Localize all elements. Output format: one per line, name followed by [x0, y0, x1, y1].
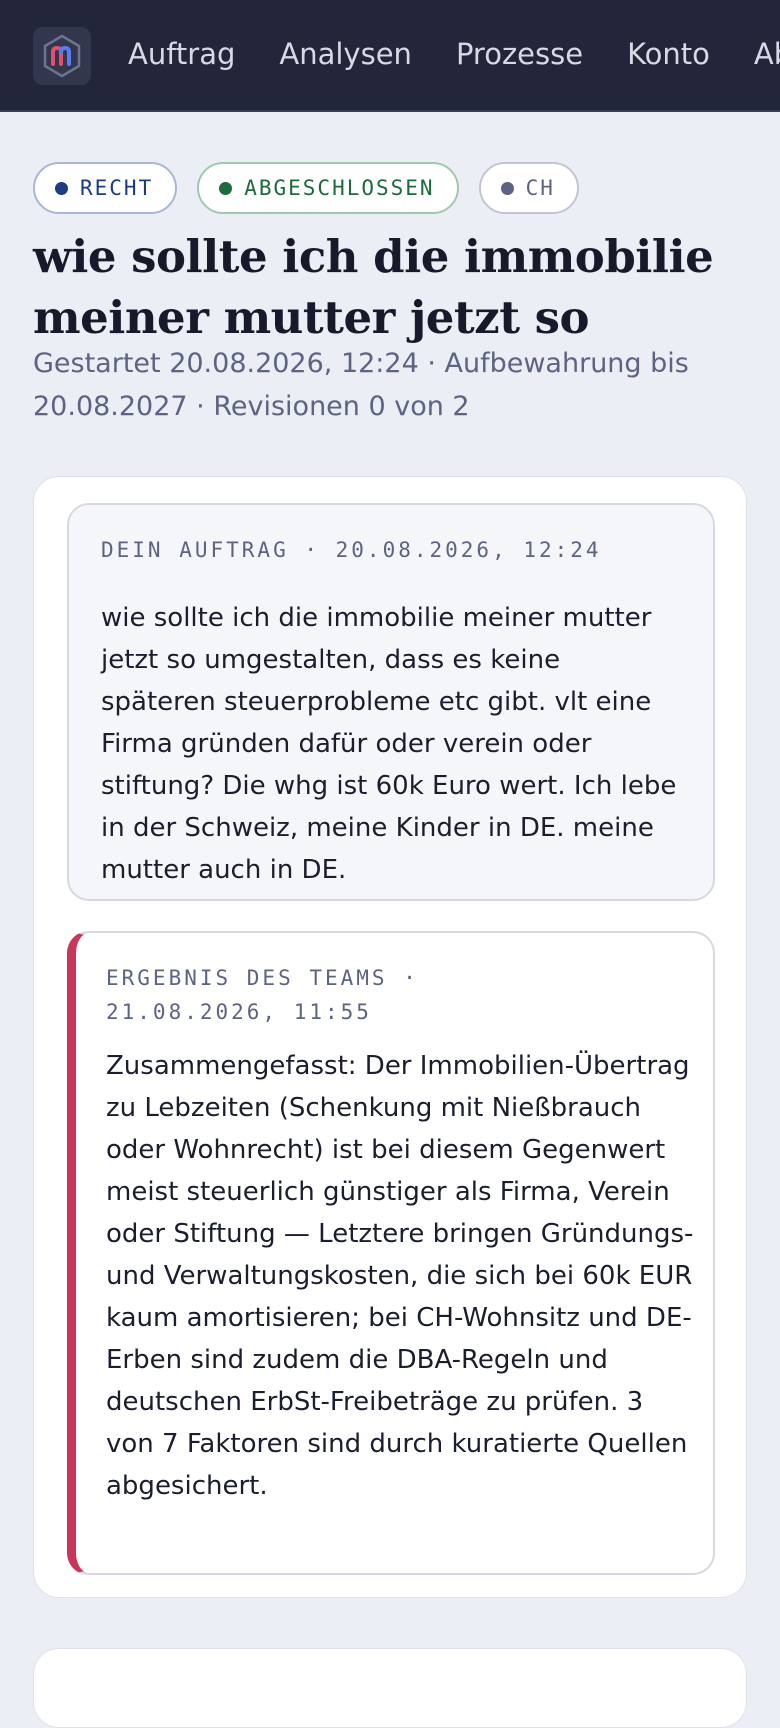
request-label: DEIN AUFTRAG · 20.08.2026, 12:24	[101, 538, 602, 562]
conversation-card: DEIN AUFTRAG · 20.08.2026, 12:24 wie sol…	[33, 476, 747, 1598]
nav-link-prozesse[interactable]: Prozesse	[456, 37, 583, 71]
tag-status: ABGESCHLOSSEN	[197, 162, 459, 214]
tag-area-label: RECHT	[80, 176, 154, 200]
result-label: ERGEBNIS DES TEAMS · 21.08.2026, 11:55	[106, 966, 419, 1024]
nav-link-abmelden[interactable]: Abmelden	[754, 37, 780, 71]
main-nav: Auftrag Analysen Prozesse Konto Abmelden	[128, 0, 780, 108]
tag-country: CH	[478, 162, 579, 214]
tag-list: RECHT ABGESCHLOSSEN CH	[33, 162, 599, 214]
country-dot-icon	[500, 181, 514, 195]
tag-status-label: ABGESCHLOSSEN	[244, 176, 435, 200]
app-logo[interactable]	[33, 27, 91, 85]
status-dot-icon	[219, 181, 233, 195]
request-box: DEIN AUFTRAG · 20.08.2026, 12:24 wie sol…	[67, 503, 715, 901]
page-meta: Gestartet 20.08.2026, 12:24 · Aufbewahru…	[33, 348, 689, 422]
page-title: wie sollte ich die immobilie meiner mutt…	[33, 230, 714, 344]
nav-link-analysen[interactable]: Analysen	[279, 37, 412, 71]
area-dot-icon	[55, 181, 68, 195]
nav-link-auftrag[interactable]: Auftrag	[128, 37, 235, 71]
result-text: Zusammengefasst: Der Immobilien-Übertrag…	[106, 1051, 694, 1501]
request-text: wie sollte ich die immobilie meiner mutt…	[101, 603, 677, 885]
next-card	[33, 1648, 747, 1728]
tag-area: RECHT	[33, 162, 178, 214]
nav-link-konto[interactable]: Konto	[627, 37, 710, 71]
logo-hexagon-icon	[43, 34, 81, 78]
top-navigation-bar: Auftrag Analysen Prozesse Konto Abmelden	[0, 0, 780, 112]
result-box: ERGEBNIS DES TEAMS · 21.08.2026, 11:55 Z…	[67, 931, 715, 1575]
tag-country-label: CH	[525, 176, 555, 200]
